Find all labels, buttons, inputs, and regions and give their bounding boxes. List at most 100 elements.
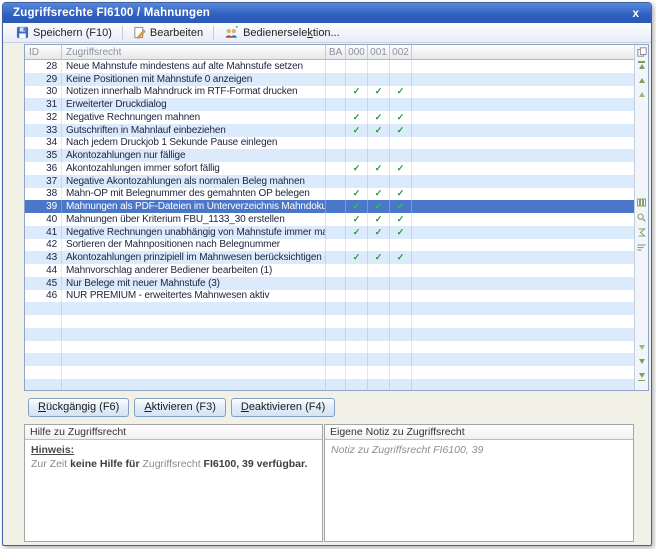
row-down-icon[interactable] — [636, 342, 647, 353]
table-row-empty[interactable] — [25, 328, 634, 341]
scroll-top-icon[interactable] — [636, 61, 647, 72]
undo-button[interactable]: Rückgängig (F6) — [28, 398, 129, 417]
check-cell-000[interactable]: ✓ — [346, 251, 368, 264]
table-row[interactable]: 38Mahn-OP mit Belegnummer des gemahnten … — [25, 188, 634, 201]
table-row[interactable]: 30Notizen innerhalb Mahndruck im RTF-For… — [25, 86, 634, 99]
table-row[interactable]: 36Akontozahlungen immer sofort fällig✓✓✓ — [25, 162, 634, 175]
check-cell-000[interactable] — [346, 98, 368, 111]
table-row-empty[interactable] — [25, 366, 634, 379]
check-cell-000[interactable]: ✓ — [346, 86, 368, 99]
check-cell-002[interactable] — [390, 315, 412, 328]
check-cell-000[interactable] — [346, 290, 368, 303]
check-cell-000[interactable]: ✓ — [346, 188, 368, 201]
column-header-000[interactable]: 000 — [346, 45, 368, 59]
check-cell-001[interactable] — [368, 290, 390, 303]
check-cell-000[interactable] — [346, 379, 368, 390]
column-header-001[interactable]: 001 — [368, 45, 390, 59]
table-row[interactable]: 34Nach jedem Druckjob 1 Sekunde Pause ei… — [25, 137, 634, 150]
check-cell-001[interactable]: ✓ — [368, 188, 390, 201]
check-cell-001[interactable]: ✓ — [368, 124, 390, 137]
check-cell-002[interactable] — [390, 149, 412, 162]
check-cell-002[interactable] — [390, 175, 412, 188]
column-header-ba[interactable]: BA — [326, 45, 346, 59]
check-cell-001[interactable]: ✓ — [368, 86, 390, 99]
check-cell-002[interactable] — [390, 277, 412, 290]
check-cell-002[interactable] — [390, 60, 412, 73]
check-cell-000[interactable]: ✓ — [346, 200, 368, 213]
deactivate-button[interactable]: Deaktivieren (F4) — [231, 398, 335, 417]
check-cell-001[interactable]: ✓ — [368, 213, 390, 226]
check-cell-000[interactable] — [346, 73, 368, 86]
check-cell-000[interactable] — [346, 175, 368, 188]
check-cell-001[interactable] — [368, 277, 390, 290]
operator-selection-button[interactable]: Bedienerselektion... — [217, 24, 347, 41]
check-cell-002[interactable]: ✓ — [390, 111, 412, 124]
check-cell-001[interactable] — [368, 379, 390, 390]
check-cell-002[interactable] — [390, 98, 412, 111]
table-row-empty[interactable] — [25, 379, 634, 390]
check-cell-002[interactable] — [390, 341, 412, 354]
check-cell-000[interactable] — [346, 277, 368, 290]
check-cell-002[interactable] — [390, 290, 412, 303]
table-row[interactable]: 46NUR PREMIUM - erweitertes Mahnwesen ak… — [25, 290, 634, 303]
check-cell-001[interactable] — [368, 175, 390, 188]
check-cell-000[interactable]: ✓ — [346, 124, 368, 137]
table-row[interactable]: 40Mahnungen über Kriterium FBU_1133_30 e… — [25, 213, 634, 226]
table-row[interactable]: 32Negative Rechnungen mahnen✓✓✓ — [25, 111, 634, 124]
check-cell-000[interactable] — [346, 341, 368, 354]
check-cell-002[interactable] — [390, 73, 412, 86]
table-row[interactable]: 39Mahnungen als PDF-Dateien im Unterverz… — [25, 200, 634, 213]
columns-icon[interactable] — [636, 197, 647, 208]
save-button[interactable]: Speichern (F10) — [9, 24, 119, 41]
check-cell-002[interactable]: ✓ — [390, 162, 412, 175]
table-row-empty[interactable] — [25, 341, 634, 354]
table-row[interactable]: 29Keine Positionen mit Mahnstufe 0 anzei… — [25, 73, 634, 86]
check-cell-001[interactable] — [368, 315, 390, 328]
sort-icon[interactable] — [636, 242, 647, 253]
check-cell-002[interactable] — [390, 353, 412, 366]
check-cell-002[interactable]: ✓ — [390, 251, 412, 264]
check-cell-000[interactable] — [346, 60, 368, 73]
check-cell-002[interactable]: ✓ — [390, 213, 412, 226]
search-icon[interactable] — [636, 212, 647, 223]
row-up-icon[interactable] — [636, 89, 647, 100]
check-cell-000[interactable]: ✓ — [346, 162, 368, 175]
check-cell-000[interactable]: ✓ — [346, 111, 368, 124]
sum-icon[interactable] — [636, 227, 647, 238]
check-cell-002[interactable]: ✓ — [390, 188, 412, 201]
check-cell-001[interactable]: ✓ — [368, 251, 390, 264]
check-cell-002[interactable] — [390, 379, 412, 390]
check-cell-001[interactable] — [368, 366, 390, 379]
check-cell-002[interactable] — [390, 366, 412, 379]
check-cell-000[interactable] — [346, 366, 368, 379]
check-cell-000[interactable] — [346, 302, 368, 315]
check-cell-002[interactable]: ✓ — [390, 200, 412, 213]
note-panel-body[interactable]: Notiz zu Zugriffsrecht FI6100, 39 — [325, 440, 633, 460]
table-row[interactable]: 33Gutschriften in Mahnlauf einbeziehen✓✓… — [25, 124, 634, 137]
check-cell-000[interactable] — [346, 149, 368, 162]
check-cell-002[interactable]: ✓ — [390, 124, 412, 137]
edit-button[interactable]: Bearbeiten — [126, 24, 210, 41]
table-row[interactable]: 44Mahnvorschlag anderer Bediener bearbei… — [25, 264, 634, 277]
table-row[interactable]: 35Akontozahlungen nur fällige — [25, 149, 634, 162]
check-cell-000[interactable] — [346, 264, 368, 277]
check-cell-002[interactable] — [390, 264, 412, 277]
check-cell-000[interactable] — [346, 328, 368, 341]
check-cell-001[interactable] — [368, 73, 390, 86]
table-row[interactable]: 31Erweiterter Druckdialog — [25, 98, 634, 111]
check-cell-001[interactable] — [368, 353, 390, 366]
page-up-icon[interactable] — [636, 75, 647, 86]
table-row-empty[interactable] — [25, 315, 634, 328]
check-cell-000[interactable]: ✓ — [346, 226, 368, 239]
close-button[interactable]: x — [630, 7, 641, 19]
column-header-zugriffsrecht[interactable]: Zugriffsrecht — [62, 45, 326, 59]
check-cell-002[interactable] — [390, 302, 412, 315]
check-cell-002[interactable] — [390, 328, 412, 341]
activate-button[interactable]: Aktivieren (F3) — [134, 398, 226, 417]
table-row-empty[interactable] — [25, 302, 634, 315]
check-cell-000[interactable] — [346, 239, 368, 252]
check-cell-001[interactable] — [368, 98, 390, 111]
check-cell-001[interactable]: ✓ — [368, 200, 390, 213]
check-cell-001[interactable] — [368, 149, 390, 162]
check-cell-001[interactable] — [368, 302, 390, 315]
